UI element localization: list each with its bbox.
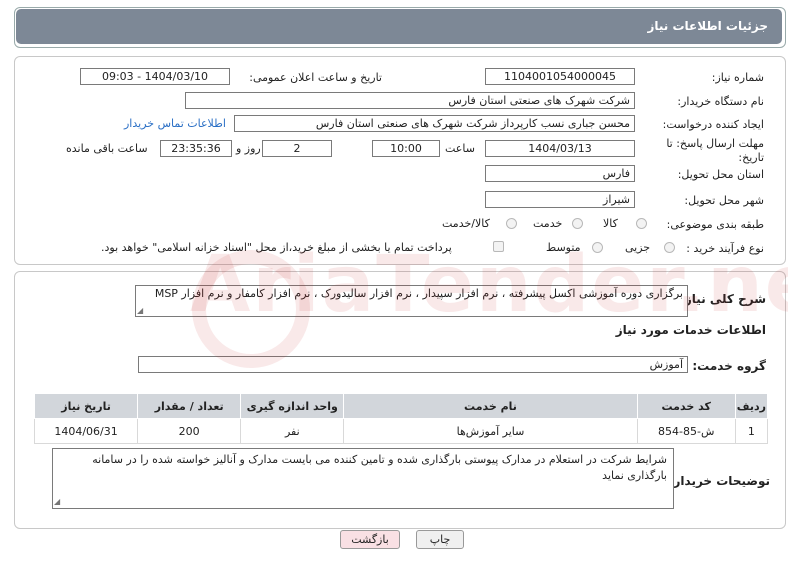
cell-row: 1 xyxy=(734,418,769,444)
buyer-notes-field[interactable]: شرایط شرکت در استعلام در مدارک پیوستی با… xyxy=(52,448,674,509)
back-button[interactable]: بازگشت xyxy=(340,530,400,549)
table-row[interactable]: 1 ش-85-854 سایر آموزش‌ها نفر 200 1404/06… xyxy=(33,418,769,444)
process-label: نوع فرآیند خرید : xyxy=(686,242,764,255)
category-service-label: خدمت xyxy=(533,217,563,230)
remaining-label: ساعت باقی مانده xyxy=(66,142,148,155)
buyer-contact-link[interactable]: اطلاعات تماس خریدار xyxy=(124,117,226,130)
process-medium-label: متوسط xyxy=(546,241,581,254)
buyer-org-field[interactable]: شرکت شهرک های صنعتی استان فارس xyxy=(185,92,635,109)
category-label: طبقه بندی موضوعی: xyxy=(666,218,764,231)
category-service-radio[interactable] xyxy=(572,218,583,229)
days-field[interactable]: 2 xyxy=(262,140,332,157)
services-section-title: اطلاعات خدمات مورد نیاز xyxy=(615,323,766,337)
summary-label: شرح کلی نیاز: xyxy=(680,292,766,306)
col-qty: تعداد / مقدار xyxy=(137,393,242,419)
treasury-note: پرداخت تمام یا بخشی از مبلغ خرید،از محل … xyxy=(101,241,452,254)
resize-handle-icon[interactable]: ◢ xyxy=(137,306,143,315)
service-group-field[interactable]: آموزش xyxy=(138,356,688,373)
cell-qty: 200 xyxy=(137,418,242,444)
category-goods-service-radio[interactable] xyxy=(506,218,517,229)
summary-field[interactable]: برگزاری دوره آموزشی اکسل پیشرفته ، نرم ا… xyxy=(135,285,688,317)
need-number-label: شماره نیاز: xyxy=(711,71,764,84)
page-title: جزئیات اطلاعات نیاز xyxy=(647,19,768,33)
service-group-label: گروه خدمت: xyxy=(692,359,766,373)
category-goods-label: کالا xyxy=(603,217,618,230)
category-goods-service-label: کالا/خدمت xyxy=(442,217,490,230)
table-header-row: ردیف کد خدمت نام خدمت واحد اندازه گیری ت… xyxy=(33,393,769,419)
notes-resize-handle-icon[interactable]: ◢ xyxy=(54,497,60,506)
treasury-checkbox[interactable] xyxy=(493,241,504,252)
process-minor-radio[interactable] xyxy=(664,242,675,253)
col-code: کد خدمت xyxy=(636,393,736,419)
announce-datetime-field[interactable]: 1404/03/10 - 09:03 xyxy=(80,68,230,85)
cell-date: 1404/06/31 xyxy=(33,418,139,444)
header-bar: جزئیات اطلاعات نیاز xyxy=(16,9,782,44)
province-field[interactable]: فارس xyxy=(485,165,635,182)
days-label: روز و xyxy=(236,142,261,155)
print-button[interactable]: چاپ xyxy=(416,530,464,549)
category-goods-radio[interactable] xyxy=(636,218,647,229)
services-table: ردیف کد خدمت نام خدمت واحد اندازه گیری ت… xyxy=(33,393,769,444)
announce-datetime-label: تاریخ و ساعت اعلان عمومی: xyxy=(249,71,382,84)
need-number-field[interactable]: 1104001054000045 xyxy=(485,68,635,85)
city-label: شهر محل تحویل: xyxy=(684,194,764,207)
col-name: نام خدمت xyxy=(343,393,638,419)
cell-name: سایر آموزش‌ها xyxy=(343,418,638,444)
creator-label: ایجاد کننده درخواست: xyxy=(662,118,764,131)
process-medium-radio[interactable] xyxy=(592,242,603,253)
deadline-label: مهلت ارسال پاسخ: تا تاریخ: xyxy=(666,137,764,164)
col-date: تاریخ نیاز xyxy=(33,393,139,419)
col-unit: واحد اندازه گیری xyxy=(240,393,345,419)
deadline-time-field[interactable]: 10:00 xyxy=(372,140,440,157)
cell-code: ش-85-854 xyxy=(636,418,736,444)
city-field[interactable]: شیراز xyxy=(485,191,635,208)
col-row: ردیف xyxy=(734,393,769,419)
creator-field[interactable]: محسن جباری نسب کارپرداز شرکت شهرک های صن… xyxy=(234,115,635,132)
cell-unit: نفر xyxy=(240,418,345,444)
deadline-time-label: ساعت xyxy=(445,142,475,155)
deadline-date-field[interactable]: 1404/03/13 xyxy=(485,140,635,157)
remaining-time-field[interactable]: 23:35:36 xyxy=(160,140,232,157)
process-minor-label: جزیی xyxy=(625,241,651,254)
province-label: استان محل تحویل: xyxy=(677,168,764,181)
buyer-org-label: نام دستگاه خریدار: xyxy=(677,95,764,108)
buyer-notes-label: توضیحات خریدار: xyxy=(668,474,770,488)
